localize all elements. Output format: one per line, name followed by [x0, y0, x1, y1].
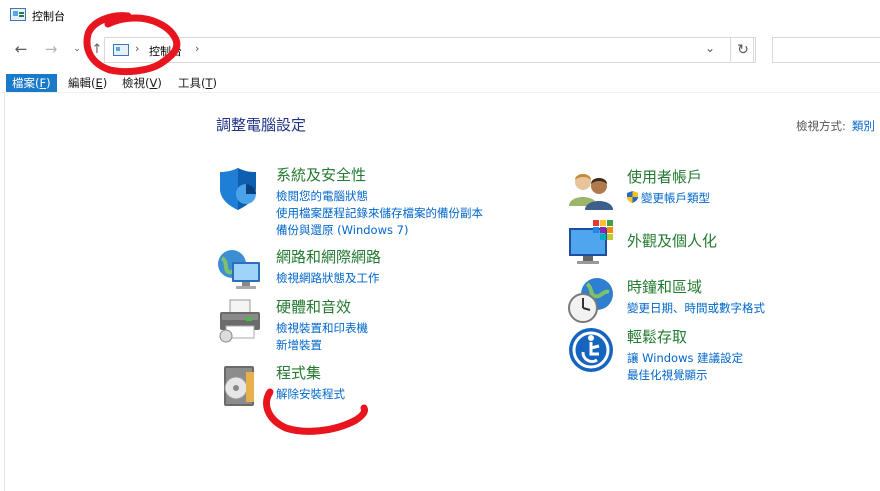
- menu-edit[interactable]: 編輯(E): [62, 74, 113, 92]
- shield-icon: [220, 168, 256, 210]
- clock-globe-icon: [568, 278, 613, 323]
- category-title[interactable]: 程式集: [276, 362, 321, 383]
- ease-of-access-icon: [569, 328, 613, 372]
- breadcrumb-chevron-icon[interactable]: ›: [135, 42, 139, 55]
- category-title[interactable]: 使用者帳戶: [627, 166, 702, 187]
- breadcrumb-control-panel[interactable]: 控制台: [149, 43, 182, 59]
- link-let-windows-suggest[interactable]: 讓 Windows 建議設定: [627, 350, 743, 367]
- programs-icon: [224, 366, 254, 406]
- forward-arrow-icon[interactable]: →: [40, 38, 62, 60]
- category-title[interactable]: 時鐘和區域: [627, 276, 702, 297]
- printer-icon: [219, 299, 260, 343]
- link-review-status[interactable]: 檢閱您的電腦狀態: [276, 188, 483, 205]
- control-panel-icon: [10, 8, 26, 21]
- category-title[interactable]: 硬體和音效: [276, 296, 351, 317]
- navigation-bar: ← → ⌄ ↑ › 控制台 › ⌄ ↻: [0, 30, 880, 70]
- link-network-status[interactable]: 檢視網路狀態及工作: [276, 270, 380, 287]
- refresh-icon[interactable]: ↻: [730, 37, 756, 63]
- link-uninstall-program[interactable]: 解除安裝程式: [276, 386, 345, 403]
- link-change-date-time-format[interactable]: 變更日期、時間或數字格式: [627, 300, 765, 317]
- view-by-dropdown[interactable]: 類別: [852, 119, 875, 133]
- network-icon: [218, 250, 260, 289]
- breadcrumb-chevron-icon[interactable]: ›: [195, 42, 199, 55]
- uac-shield-icon: [627, 191, 638, 203]
- window-title: 控制台: [32, 10, 65, 23]
- category-title[interactable]: 系統及安全性: [276, 164, 366, 185]
- recent-locations-chevron-icon[interactable]: ⌄: [66, 38, 88, 60]
- link-change-account-type[interactable]: 變更帳戶類型: [627, 190, 710, 207]
- link-file-history[interactable]: 使用檔案歷程記錄來儲存檔案的備份副本: [276, 205, 483, 222]
- link-devices-printers[interactable]: 檢視裝置和印表機: [276, 320, 368, 337]
- view-by-label: 檢視方式:: [796, 119, 846, 133]
- category-title[interactable]: 輕鬆存取: [627, 326, 687, 347]
- category-title[interactable]: 網路和網際網路: [276, 246, 381, 267]
- address-dropdown-icon[interactable]: ⌄: [705, 41, 715, 55]
- category-title[interactable]: 外觀及個人化: [627, 230, 717, 251]
- menu-view[interactable]: 檢視(V): [116, 74, 168, 92]
- users-icon: [569, 174, 613, 210]
- address-bar[interactable]: › 控制台 › ⌄: [104, 37, 754, 63]
- left-border: [4, 92, 5, 491]
- title-bar: 控制台: [0, 0, 880, 30]
- page-title: 調整電腦設定: [216, 116, 307, 134]
- link-backup-restore[interactable]: 備份與還原 (Windows 7): [276, 222, 483, 239]
- back-arrow-icon[interactable]: ←: [10, 38, 32, 60]
- monitor-icon: [569, 220, 613, 264]
- link-optimize-visual-display[interactable]: 最佳化視覺顯示: [627, 367, 743, 384]
- search-input[interactable]: [772, 37, 880, 63]
- menu-tools[interactable]: 工具(T): [172, 74, 223, 92]
- link-add-device[interactable]: 新增裝置: [276, 337, 368, 354]
- control-panel-icon: [113, 44, 129, 56]
- menu-file[interactable]: 檔案(F): [6, 74, 57, 92]
- view-by: 檢視方式: 類別: [796, 118, 875, 134]
- menu-bar: 檔案(F) 編輯(E) 檢視(V) 工具(T): [0, 72, 880, 93]
